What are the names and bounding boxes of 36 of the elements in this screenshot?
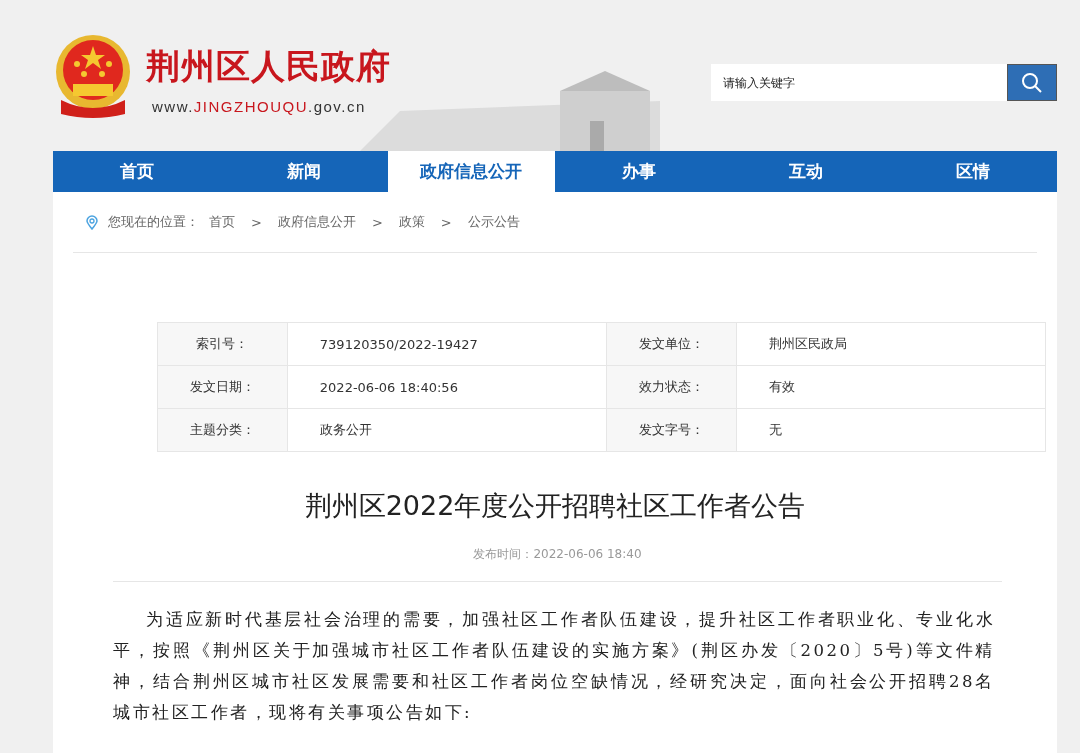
breadcrumb-link[interactable]: 政府信息公开 <box>277 213 356 231</box>
search-field[interactable]: 请输入关键字 <box>711 64 1007 101</box>
breadcrumb-label: 您现在的位置： <box>108 213 199 231</box>
meta-label: 索引号： <box>157 322 288 366</box>
article-title: 荆州区2022年度公开招聘社区工作者公告 <box>303 489 807 523</box>
breadcrumb-separator: > <box>371 214 383 230</box>
article-paragraph: 为适应新时代基层社会治理的需要，加强社区工作者队伍建设，提升社区工作者职业化、专业化水平，按照《荆州区关于加强城市社区工作者队伍建设的实施方案》(荆区办发〔2020〕5号)等文件精神，结合荆州区城市社区发展需要和社区工作者岗位空缺情况，经研究决定，面向社会公开招聘28名城市社区工作者，现将有关事项公告如下: <box>113 609 995 724</box>
nav-tab[interactable]: 政府信息公开 <box>387 151 555 192</box>
breadcrumb-link[interactable]: 首页 <box>209 213 235 231</box>
breadcrumb-separator: > <box>440 214 452 230</box>
breadcrumb-link[interactable]: 公示公告 <box>467 213 520 231</box>
meta-value: 739120350/2022-19427 <box>287 322 607 366</box>
breadcrumb-link[interactable]: 政策 <box>398 213 425 231</box>
meta-label: 发文字号： <box>606 408 737 452</box>
nav-tab[interactable]: 区情 <box>889 151 1057 192</box>
location-pin-icon <box>86 214 98 230</box>
meta-label: 主题分类： <box>157 408 288 452</box>
meta-label: 效力状态： <box>606 365 737 409</box>
meta-label: 发文单位： <box>606 322 737 366</box>
site-name: 荆州区人民政府 <box>146 45 391 88</box>
search-button[interactable] <box>1007 64 1057 101</box>
nav-tab[interactable]: 首页 <box>53 151 221 192</box>
meta-label: 发文日期： <box>157 365 288 409</box>
breadcrumb-separator: > <box>251 214 262 230</box>
site-url: www.JINGZHOUQU.gov.cn <box>152 98 367 115</box>
nav-tab[interactable]: 办事 <box>555 151 723 192</box>
meta-value: 政务公开 <box>287 408 607 452</box>
meta-value: 荆州区民政局 <box>736 322 1046 366</box>
meta-value: 2022-06-06 18:40:56 <box>287 365 607 409</box>
publish-time: 发布时间：2022-06-06 18:40 <box>113 546 1002 582</box>
nav-tab[interactable]: 新闻 <box>220 151 388 192</box>
nav-tab[interactable]: 互动 <box>722 151 890 192</box>
emblem-icon <box>53 34 133 118</box>
search-icon <box>1021 71 1043 94</box>
meta-value: 有效 <box>736 365 1046 409</box>
meta-value: 无 <box>736 408 1046 452</box>
